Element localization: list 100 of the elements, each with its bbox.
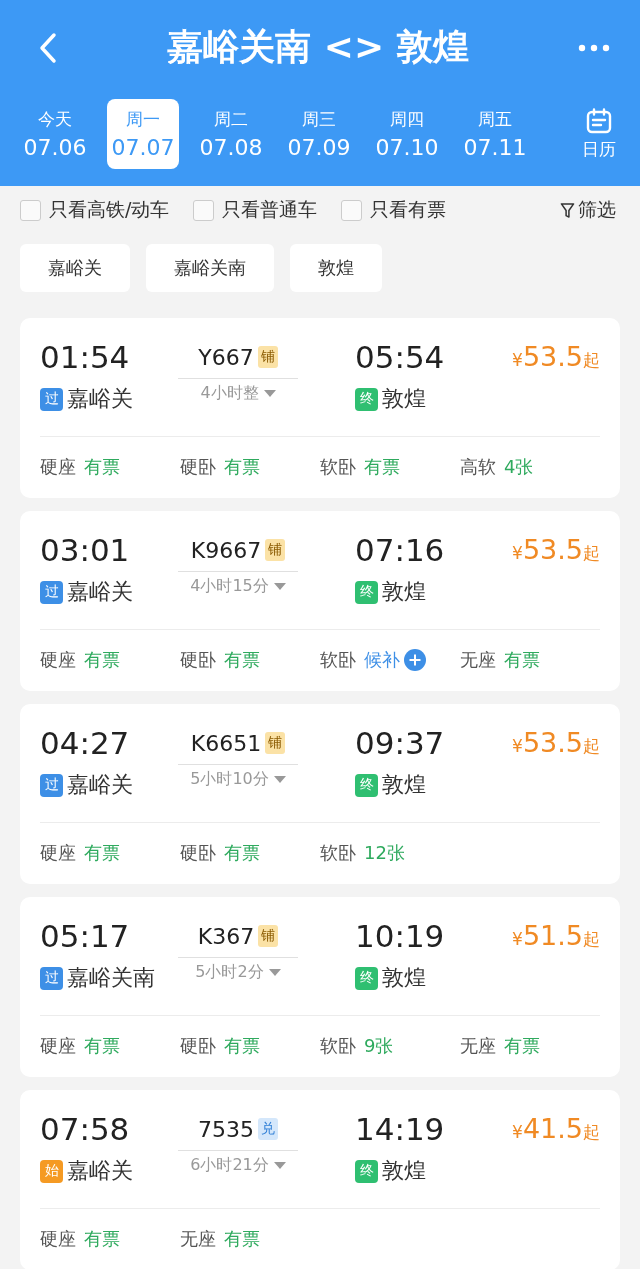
station-tag: 过 <box>40 387 63 411</box>
price-text: ¥41.5起 <box>512 1112 600 1146</box>
station-chip[interactable]: 敦煌 <box>290 244 382 292</box>
train-number: K367 <box>197 923 255 949</box>
seat-status: 有票 <box>84 841 120 865</box>
station-tag: 始 <box>40 1159 63 1183</box>
seat-type: 硬卧 <box>180 648 216 672</box>
arrival-station: 敦煌 <box>382 385 426 413</box>
add-icon[interactable] <box>404 649 426 671</box>
arrival-time: 09:37 <box>355 724 446 762</box>
seat-type: 硬卧 <box>180 841 216 865</box>
duration-text: 4小时整 <box>200 383 259 404</box>
arrival-time: 10:19 <box>355 917 446 955</box>
seat-type: 软卧 <box>320 1034 356 1058</box>
calendar-icon <box>586 107 612 134</box>
filter-checkbox[interactable]: 只看有票 <box>341 197 447 223</box>
seat-status: 有票 <box>504 648 540 672</box>
departure-station: 嘉峪关 <box>67 578 133 606</box>
duration-text: 5小时10分 <box>190 769 269 790</box>
train-number: K9667 <box>190 537 262 563</box>
dropdown-icon[interactable] <box>263 390 276 397</box>
seat-type: 硬卧 <box>180 455 216 479</box>
dropdown-icon[interactable] <box>268 969 281 976</box>
seat-status: 有票 <box>224 455 260 479</box>
station-tag: 终 <box>355 966 378 990</box>
departure-time: 03:01 <box>40 531 131 569</box>
seat-type: 硬座 <box>40 841 76 865</box>
filter-checkbox[interactable]: 只看普通车 <box>193 197 318 223</box>
departure-station: 嘉峪关 <box>67 1157 133 1185</box>
station-tag: 过 <box>40 773 63 797</box>
filter-button[interactable]: 筛选 <box>560 197 616 223</box>
seat-type: 软卧 <box>320 455 356 479</box>
departure-station: 嘉峪关南 <box>67 964 155 992</box>
train-card[interactable]: 07:58 始 嘉峪关 7535 兑 6小时21分 14:19 终 敦煌 ¥41.5起 硬座 有票 无座 有票 <box>20 1090 620 1269</box>
dropdown-icon[interactable] <box>273 1162 286 1169</box>
train-number: Y667 <box>198 344 254 370</box>
station-tag: 过 <box>40 580 63 604</box>
seat-status: 候补 <box>364 648 400 672</box>
station-tag: 终 <box>355 580 378 604</box>
seat-type: 软卧 <box>320 841 356 865</box>
filter-checkbox[interactable]: 只看高铁/动车 <box>20 197 170 223</box>
train-badge: 兑 <box>258 1118 278 1140</box>
seat-status: 4张 <box>504 455 534 479</box>
seat-status: 有票 <box>84 455 120 479</box>
seat-type: 无座 <box>180 1227 216 1251</box>
duration-text: 5小时2分 <box>195 962 264 983</box>
arrival-station: 敦煌 <box>382 964 426 992</box>
seat-type: 硬卧 <box>180 1034 216 1058</box>
seat-status: 9张 <box>364 1034 394 1058</box>
arrival-station: 敦煌 <box>382 578 426 606</box>
duration-text: 6小时21分 <box>190 1155 269 1176</box>
price-text: ¥53.5起 <box>512 340 600 374</box>
seat-status: 有票 <box>224 1034 260 1058</box>
train-number: 7535 <box>198 1116 254 1142</box>
seat-type: 硬座 <box>40 648 76 672</box>
train-number: K6651 <box>190 730 262 756</box>
dropdown-icon[interactable] <box>273 583 286 590</box>
arrival-time: 07:16 <box>355 531 446 569</box>
arrival-time: 05:54 <box>355 338 446 376</box>
seat-status: 有票 <box>84 648 120 672</box>
seat-type: 硬座 <box>40 1034 76 1058</box>
arrival-station: 敦煌 <box>382 1157 426 1185</box>
station-tag: 终 <box>355 1159 378 1183</box>
seat-type: 软卧 <box>320 648 356 672</box>
departure-time: 05:17 <box>40 917 131 955</box>
seat-status: 有票 <box>504 1034 540 1058</box>
seat-type: 硬座 <box>40 1227 76 1251</box>
station-tag: 终 <box>355 773 378 797</box>
dropdown-icon[interactable] <box>273 776 286 783</box>
train-badge: 铺 <box>265 539 286 561</box>
seat-type: 无座 <box>460 1034 496 1058</box>
train-card[interactable]: 03:01 过 嘉峪关 K9667 铺 4小时15分 07:16 终 敦煌 ¥53.5起 硬座 有票 硬卧 有票 软卧 候补 无座 有票 <box>20 511 620 691</box>
seat-status: 有票 <box>364 455 400 479</box>
seat-status: 有票 <box>224 648 260 672</box>
back-icon[interactable] <box>38 31 58 64</box>
seat-status: 12张 <box>364 841 405 865</box>
seat-type: 无座 <box>460 648 496 672</box>
departure-time: 01:54 <box>40 338 131 376</box>
seat-status: 有票 <box>84 1034 120 1058</box>
route-title: 嘉峪关南 <> 敦煌 <box>167 25 469 69</box>
train-card[interactable]: 04:27 过 嘉峪关 K6651 铺 5小时10分 09:37 终 敦煌 ¥53.5起 硬座 有票 硬卧 有票 软卧 12张 <box>20 704 620 884</box>
filter-icon <box>560 201 575 219</box>
duration-text: 4小时15分 <box>190 576 269 597</box>
train-card[interactable]: 05:17 过 嘉峪关南 K367 铺 5小时2分 10:19 终 敦煌 ¥51.5起 硬座 有票 硬卧 有票 软卧 9张 无座 有票 <box>20 897 620 1077</box>
station-chip[interactable]: 嘉峪关南 <box>146 244 274 292</box>
train-card[interactable]: 01:54 过 嘉峪关 Y667 铺 4小时整 05:54 终 敦煌 ¥53.5起 硬座 有票 硬卧 有票 软卧 有票 高软 4张 <box>20 318 620 498</box>
train-badge: 铺 <box>265 732 286 754</box>
seat-status: 有票 <box>224 1227 260 1251</box>
price-text: ¥53.5起 <box>512 726 600 760</box>
seat-status: 有票 <box>84 1227 120 1251</box>
seat-type: 高软 <box>460 455 496 479</box>
seat-type: 硬座 <box>40 455 76 479</box>
price-text: ¥53.5起 <box>512 533 600 567</box>
station-chip[interactable]: 嘉峪关 <box>20 244 130 292</box>
train-badge: 铺 <box>258 925 279 947</box>
more-icon[interactable] <box>578 43 610 52</box>
departure-station: 嘉峪关 <box>67 385 133 413</box>
arrival-time: 14:19 <box>355 1110 446 1148</box>
price-text: ¥51.5起 <box>512 919 600 953</box>
departure-time: 07:58 <box>40 1110 131 1148</box>
